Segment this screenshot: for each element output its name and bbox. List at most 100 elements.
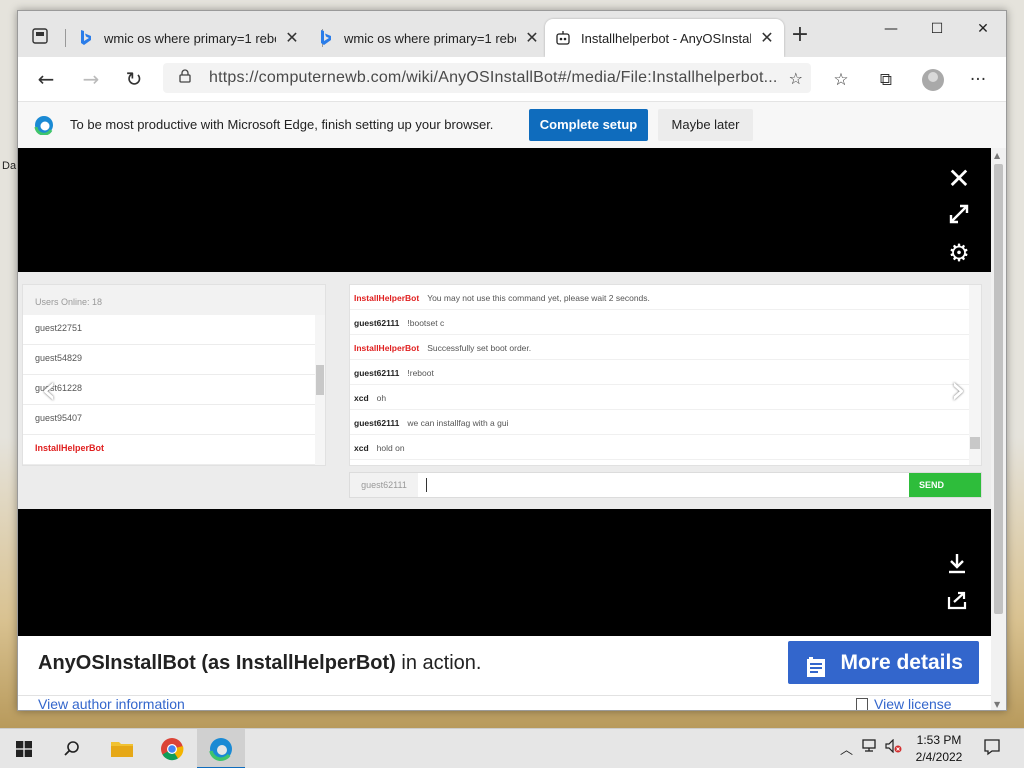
chat-text: !bootset c xyxy=(407,318,445,328)
maybe-later-button[interactable]: Maybe later xyxy=(658,109,753,141)
tab-separator xyxy=(65,29,66,47)
fullscreen-icon[interactable] xyxy=(946,203,972,229)
chat-line: InstallHelperBot Successfully set boot or… xyxy=(350,335,981,360)
userlist-item: InstallHelperBot xyxy=(23,435,325,465)
edge-logo-icon xyxy=(34,115,54,136)
caption-bar: AnyOSInstallBot (as InstallHelperBot) in… xyxy=(18,636,991,696)
userlist-header: Users Online: 18 xyxy=(23,285,325,315)
userlist-item: guest54829 xyxy=(23,345,325,375)
chat-line: InstallHelperBot You may not use this com… xyxy=(350,285,981,310)
add-favorite-icon[interactable]: ☆ xyxy=(789,69,803,88)
previous-arrow-icon[interactable]: ‹ xyxy=(34,370,64,410)
more-menu-icon[interactable]: ··· xyxy=(967,69,989,91)
file-explorer-icon[interactable] xyxy=(98,729,146,768)
send-button-image: SEND xyxy=(909,473,981,497)
more-details-label: More details xyxy=(840,651,963,674)
page-scroll-thumb[interactable] xyxy=(994,164,1003,614)
more-details-button[interactable]: More details xyxy=(788,641,979,684)
chat-composer: guest62111 SEND xyxy=(349,472,982,498)
bing-icon xyxy=(318,30,334,46)
settings-gear-icon[interactable]: ⚙ xyxy=(946,240,972,266)
infobar-message: To be most productive with Microsoft Edg… xyxy=(70,117,494,132)
forward-icon[interactable]: → xyxy=(79,67,103,91)
document-icon xyxy=(806,651,826,677)
desktop-icon-label[interactable]: Da xyxy=(2,160,16,172)
new-tab-icon[interactable]: + xyxy=(788,23,812,47)
profile-avatar[interactable] xyxy=(922,69,944,91)
network-icon[interactable] xyxy=(862,739,878,757)
chat-author: guest62111 xyxy=(354,318,400,328)
userlist-item: guest95407 xyxy=(23,405,325,435)
tab-3-close-icon[interactable]: ✕ xyxy=(759,28,775,48)
chat-text: !reboot xyxy=(407,368,434,378)
chat-author: guest62111 xyxy=(354,368,400,378)
notifications-icon[interactable] xyxy=(983,738,1001,760)
tab-3-label: Installhelperbot - AnyOSInstallBo xyxy=(581,30,751,46)
refresh-icon[interactable]: ↻ xyxy=(122,67,146,91)
taskbar: ︿ 1:53 PM 2/4/2022 xyxy=(0,728,1024,768)
clock-time: 1:53 PM xyxy=(916,733,962,747)
license-icon xyxy=(856,698,868,710)
chat-author: InstallHelperBot xyxy=(354,343,420,353)
close-icon[interactable]: ✕ xyxy=(946,165,972,193)
page-viewport: ✕ ⚙ Users Online: 18 guest22751 guest548… xyxy=(18,148,1006,710)
scroll-down-icon[interactable]: ▼ xyxy=(994,700,1000,709)
caption-rest: in action. xyxy=(395,652,482,674)
chat-panel: InstallHelperBot You may not use this com… xyxy=(349,284,982,466)
author-info-link[interactable]: View author information xyxy=(38,696,185,710)
tab-2[interactable]: wmic os where primary=1 reboo ✕ xyxy=(308,19,540,57)
userlist-item: guest61228 xyxy=(23,375,325,405)
chat-author: xcd xyxy=(354,393,369,403)
browser-window: wmic os where primary=1 reboo ✕ wmic os … xyxy=(17,10,1007,711)
share-icon[interactable] xyxy=(944,589,970,615)
robot-icon xyxy=(555,30,571,46)
collections-icon[interactable]: ⧉ xyxy=(875,69,897,91)
tab-2-label: wmic os where primary=1 reboo xyxy=(344,30,516,46)
url-text[interactable]: https://computernewb.com/wiki/AnyOSInsta… xyxy=(209,69,779,87)
chrome-icon[interactable] xyxy=(148,729,196,768)
composer-caret xyxy=(426,478,427,492)
view-license-link[interactable]: View license xyxy=(874,696,952,710)
tab-1-close-icon[interactable]: ✕ xyxy=(284,28,300,48)
chat-author: xcd xyxy=(354,443,369,453)
volume-muted-icon[interactable] xyxy=(885,738,903,757)
start-button-icon[interactable] xyxy=(0,729,48,768)
tab-actions-icon[interactable] xyxy=(30,26,50,46)
tab-1[interactable]: wmic os where primary=1 reboo ✕ xyxy=(68,19,300,57)
chat-line: guest62111 we can installfag with a gui xyxy=(350,410,981,435)
back-icon[interactable]: ← xyxy=(34,67,58,91)
system-clock[interactable]: 1:53 PM 2/4/2022 xyxy=(910,732,968,766)
tab-1-label: wmic os where primary=1 reboo xyxy=(104,30,276,46)
maximize-button[interactable]: ☐ xyxy=(914,15,960,43)
complete-setup-button[interactable]: Complete setup xyxy=(529,109,648,141)
address-bar[interactable]: https://computernewb.com/wiki/AnyOSInsta… xyxy=(163,63,811,93)
media-viewer: ✕ ⚙ Users Online: 18 guest22751 guest548… xyxy=(18,148,991,636)
lock-icon[interactable] xyxy=(175,69,195,87)
chat-text: Successfully set boot order. xyxy=(427,343,532,353)
next-arrow-icon[interactable]: › xyxy=(943,370,973,410)
minimize-button[interactable]: — xyxy=(868,15,914,43)
close-window-button[interactable]: ✕ xyxy=(960,15,1006,43)
userlist-item: guest22751 xyxy=(23,315,325,345)
favorites-icon[interactable]: ☆ xyxy=(830,69,852,91)
chat-author: InstallHelperBot xyxy=(354,293,420,303)
clock-date: 2/4/2022 xyxy=(915,750,963,764)
edge-taskbar-icon[interactable] xyxy=(197,729,245,768)
tab-3[interactable]: Installhelperbot - AnyOSInstallBo ✕ xyxy=(545,19,784,57)
chat-line: guest62111 !reboot xyxy=(350,360,981,385)
userlist-scroll-thumb xyxy=(316,365,324,395)
chat-author: guest62111 xyxy=(354,418,400,428)
media-image: Users Online: 18 guest22751 guest54829 g… xyxy=(18,272,991,509)
show-hidden-icons[interactable]: ︿ xyxy=(840,739,853,758)
chat-scroll-thumb xyxy=(970,437,980,449)
image-caption: AnyOSInstallBot (as InstallHelperBot) in… xyxy=(38,652,481,675)
tab-2-close-icon[interactable]: ✕ xyxy=(524,28,540,48)
search-icon[interactable] xyxy=(48,729,96,768)
page-scrollbar[interactable]: ▲ ▼ xyxy=(991,148,1006,710)
attribution-row: View author information View license xyxy=(18,696,991,710)
download-icon[interactable] xyxy=(944,552,970,578)
chat-text: we can installfag with a gui xyxy=(407,418,509,428)
chat-text: You may not use this command yet, please… xyxy=(427,293,650,303)
scroll-up-icon[interactable]: ▲ xyxy=(994,151,1000,160)
userlist-scrollbar xyxy=(315,315,325,465)
